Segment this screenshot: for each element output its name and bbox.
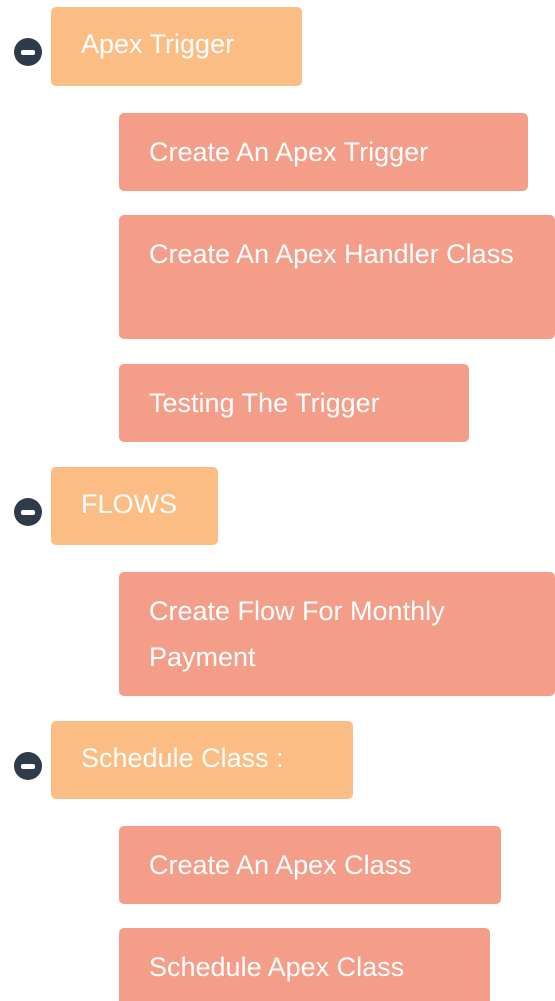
node-create-apex-handler-class[interactable]: Create An Apex Handler Class — [119, 215, 555, 339]
minus-icon — [21, 763, 35, 769]
node-create-flow-monthly-payment[interactable]: Create Flow For Monthly Payment — [119, 572, 555, 696]
node-testing-the-trigger[interactable]: Testing The Trigger — [119, 364, 469, 442]
collapse-apex-trigger-icon[interactable] — [14, 38, 42, 66]
node-create-apex-class[interactable]: Create An Apex Class — [119, 826, 501, 904]
collapse-flows-icon[interactable] — [14, 498, 42, 526]
minus-icon — [21, 49, 35, 55]
minus-icon — [21, 509, 35, 515]
node-create-apex-trigger[interactable]: Create An Apex Trigger — [119, 113, 528, 191]
collapse-schedule-class-icon[interactable] — [14, 752, 42, 780]
node-flows[interactable]: FLOWS — [51, 467, 218, 545]
node-apex-trigger[interactable]: Apex Trigger — [51, 7, 302, 86]
node-schedule-apex-class[interactable]: Schedule Apex Class — [119, 928, 490, 1001]
node-schedule-class[interactable]: Schedule Class : — [51, 721, 353, 799]
